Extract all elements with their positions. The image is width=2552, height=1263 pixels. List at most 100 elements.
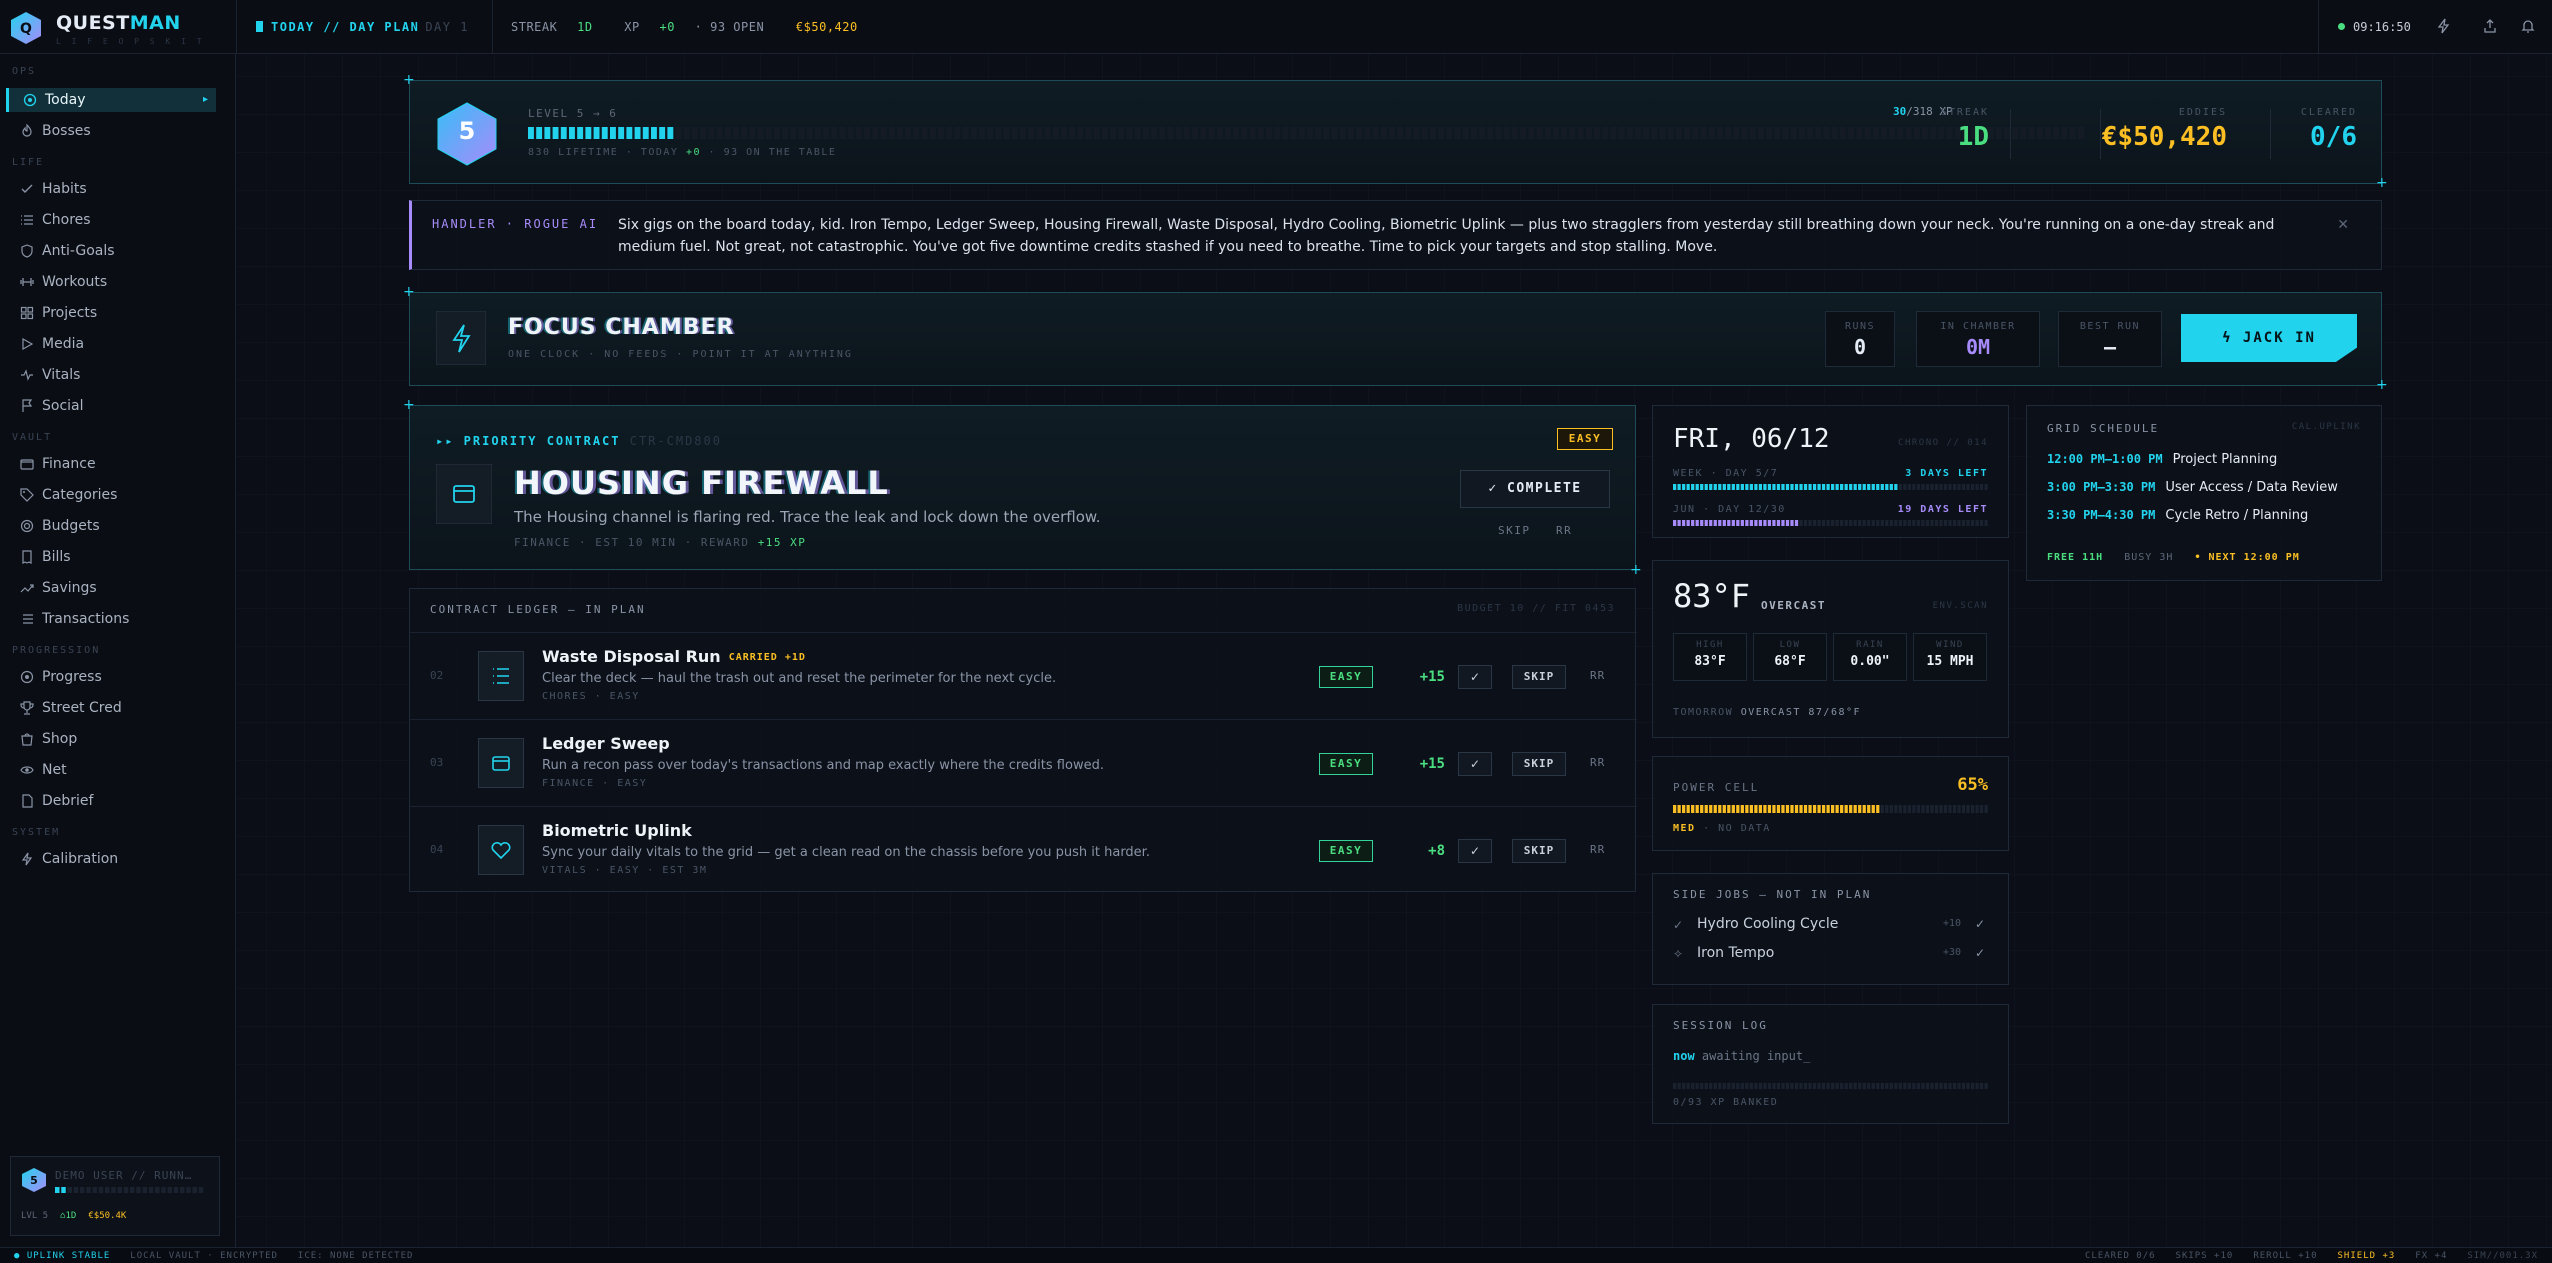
progress-segment — [1831, 127, 1838, 139]
progress-segment — [1979, 1083, 1984, 1089]
sidebar-item-workouts[interactable]: Workouts — [6, 270, 216, 294]
jack-in-button[interactable]: ϟ JACK IN — [2181, 314, 2357, 362]
progress-segment — [847, 127, 854, 139]
check-icon[interactable]: ✓ — [1458, 839, 1492, 863]
progress-segment — [1722, 520, 1726, 526]
sidebar-item-anti-goals[interactable]: Anti-Goals — [6, 239, 216, 263]
progress-segment — [1763, 484, 1767, 490]
complete-button[interactable]: ✓ COMPLETE — [1460, 470, 1610, 508]
schedule-item[interactable]: 12:00 PM–1:00 PM Project Planning — [2047, 452, 2277, 467]
progress-segment — [1912, 484, 1916, 490]
sidebar-item-vitals[interactable]: Vitals — [6, 363, 216, 387]
table-row[interactable]: 02 Waste Disposal Run CARRIED +1D Clear t… — [410, 632, 1637, 718]
table-row[interactable]: 04 Biometric Uplink Sync your daily vita… — [410, 806, 1637, 892]
sidebar-item-budgets[interactable]: Budgets — [6, 514, 216, 538]
sidebar-item-bosses[interactable]: Bosses — [6, 119, 216, 143]
sidebar-item-bills[interactable]: Bills — [6, 545, 216, 569]
progress-segment — [1704, 520, 1708, 526]
sidebar-item-categories[interactable]: Categories — [6, 483, 216, 507]
sidebar-item-finance[interactable]: Finance — [6, 452, 216, 476]
sidebar-item-social[interactable]: Social — [6, 394, 216, 418]
progress-segment — [815, 127, 821, 139]
trophy-icon — [20, 701, 34, 715]
sidebar-item-progress[interactable]: Progress — [6, 665, 216, 689]
sidebar-item-net[interactable]: Net — [6, 758, 216, 782]
progress-segment — [1503, 127, 1510, 139]
reroll-button[interactable]: RR — [1590, 843, 1605, 856]
progress-segment — [1700, 127, 1707, 139]
check-icon[interactable]: ✓ — [1458, 752, 1492, 776]
sidebar-item-calibration[interactable]: Calibration — [6, 847, 216, 871]
progress-segment — [1462, 127, 1469, 139]
list-item[interactable]: ✓ Hydro Cooling Cycle +10 ✓ — [1673, 916, 1989, 938]
progress-segment — [1487, 127, 1494, 139]
sidebar-item-debrief[interactable]: Debrief — [6, 789, 216, 813]
progress-segment — [1749, 1083, 1753, 1089]
check-icon[interactable]: ✓ — [1975, 946, 1985, 960]
brand-name[interactable]: QUESTMAN — [56, 12, 181, 34]
progress-segment — [1785, 520, 1790, 526]
progress-segment — [1894, 1083, 1898, 1089]
progress-segment — [1307, 127, 1313, 139]
close-icon[interactable]: ✕ — [2337, 217, 2349, 233]
reroll-button[interactable]: RR — [1590, 669, 1605, 682]
sidebar-item-transactions[interactable]: Transactions — [6, 607, 216, 631]
progress-segment — [1835, 805, 1839, 813]
user-card[interactable]: 5 DEMO USER // RUNN… LVL 5 ⌂1D €$50.4K — [10, 1156, 220, 1236]
progress-segment — [198, 1187, 204, 1193]
check-icon[interactable]: ✓ — [1975, 917, 1985, 931]
progress-segment — [724, 127, 731, 139]
progress-segment — [1916, 1083, 1921, 1089]
share-icon[interactable] — [2482, 18, 2498, 34]
progress-segment — [1858, 484, 1862, 490]
progress-segment — [1939, 520, 1943, 526]
skip-button[interactable]: SKIP — [1512, 839, 1566, 863]
progress-segment — [1889, 805, 1893, 813]
xp-progress-bar — [528, 127, 2084, 139]
tab-today[interactable]: TODAY // DAY PLAN DAY 1 — [256, 20, 469, 34]
progress-segment — [1736, 1083, 1740, 1089]
weather-condition: OVERCAST — [1761, 599, 1826, 612]
bolt-icon[interactable] — [2436, 18, 2452, 34]
bell-icon[interactable] — [2520, 18, 2536, 34]
sidebar-item-habits[interactable]: Habits — [6, 177, 216, 201]
sidebar-item-chores[interactable]: Chores — [6, 208, 216, 232]
table-row[interactable]: 03 Ledger Sweep Run a recon pass over to… — [410, 719, 1637, 805]
schedule-item[interactable]: 3:00 PM–3:30 PM User Access / Data Review — [2047, 480, 2338, 495]
progress-segment — [1889, 127, 1896, 139]
progress-segment — [1864, 127, 1871, 139]
progress-segment — [2012, 127, 2019, 139]
skip-button[interactable]: SKIP — [1512, 665, 1566, 689]
level-panel: 5 LEVEL 5 → 6 30/318 XP 830 LIFETIME · T… — [409, 80, 2382, 184]
progress-segment — [1894, 520, 1898, 526]
skip-button[interactable]: SKIP — [1498, 524, 1531, 537]
progress-segment — [1871, 520, 1875, 526]
progress-segment — [1754, 484, 1758, 490]
progress-segment — [1844, 805, 1848, 813]
check-icon: ✓ — [1673, 918, 1684, 932]
weather-panel: 83°F OVERCAST ENV.SCAN HIGH 83°F LOW 68°F … — [1652, 560, 2009, 738]
sidebar-item-media[interactable]: Media — [6, 332, 216, 356]
progress-segment — [1856, 127, 1863, 139]
sidebar-item-projects[interactable]: Projects — [6, 301, 216, 325]
reroll-button[interactable]: RR — [1556, 524, 1572, 537]
reroll-button[interactable]: RR — [1590, 756, 1605, 769]
check-icon[interactable]: ✓ — [1458, 665, 1492, 689]
sidebar-item-shop[interactable]: Shop — [6, 727, 216, 751]
sidebar-item-savings[interactable]: Savings — [6, 576, 216, 600]
progress-segment — [1831, 805, 1835, 813]
progress-segment — [1925, 1083, 1930, 1089]
progress-segment — [675, 127, 682, 139]
progress-segment — [1776, 520, 1781, 526]
progress-segment — [1767, 484, 1772, 490]
progress-segment — [180, 1187, 185, 1193]
sidebar-item-street-cred[interactable]: Street Cred — [6, 696, 216, 720]
power-bar — [1673, 805, 1988, 813]
progress-segment — [1682, 805, 1686, 813]
skip-button[interactable]: SKIP — [1512, 752, 1566, 776]
schedule-item[interactable]: 3:30 PM–4:30 PM Cycle Retro / Planning — [2047, 508, 2308, 523]
progress-segment — [1686, 805, 1690, 813]
list-item[interactable]: ✧ Iron Tempo +30 ✓ — [1673, 945, 1989, 967]
progress-segment — [1776, 1083, 1781, 1089]
sidebar-item-today[interactable]: Today ▸ — [6, 88, 216, 112]
